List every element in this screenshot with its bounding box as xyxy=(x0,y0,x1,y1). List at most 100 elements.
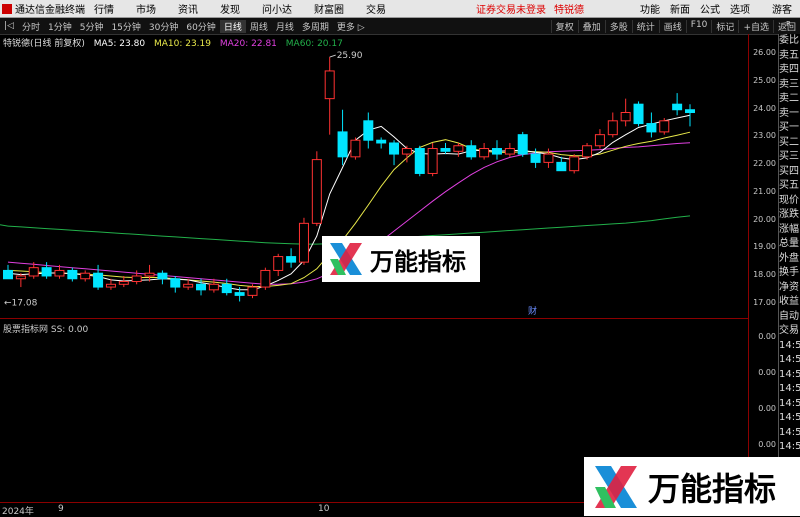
period-monthly[interactable]: 月线 xyxy=(272,20,298,33)
candle-body xyxy=(646,123,657,133)
quote-panel-row: 14:5 xyxy=(779,339,800,351)
stock-badge[interactable]: 特锐德 xyxy=(554,1,584,16)
menu-formula[interactable]: 公式 xyxy=(700,1,720,16)
legend-ma10: MA10: 23.19 xyxy=(153,39,211,49)
period-60min[interactable]: 60分钟 xyxy=(182,20,219,33)
indicator-tick: 0.00 xyxy=(758,368,776,377)
period-intraday[interactable]: 分时 xyxy=(18,20,44,33)
mark-button[interactable]: 标记 xyxy=(711,19,738,33)
menu-bar: 通达信金融终端 行情 市场 资讯 发现 问小达 财富圈 交易 证券交易未登录 特… xyxy=(0,0,800,18)
menu-trade[interactable]: 交易 xyxy=(366,1,386,16)
candle-body xyxy=(298,222,309,263)
candle-body xyxy=(208,283,219,291)
candle-body xyxy=(93,272,104,288)
watermark-center: 万能指标 xyxy=(322,236,480,282)
stats-button[interactable]: 统计 xyxy=(631,19,659,33)
quote-panel-row: 收益 xyxy=(779,296,799,307)
legend-ma20: MA20: 22.81 xyxy=(219,39,277,49)
user-label[interactable]: 游客 xyxy=(772,1,792,16)
quote-panel-row: 卖五 xyxy=(779,49,799,61)
quote-panel-row: 卖三 xyxy=(779,78,799,90)
f10-button[interactable]: F10 xyxy=(685,19,712,33)
period-daily[interactable]: 日线 xyxy=(219,19,246,33)
indicator-tick: 0.00 xyxy=(758,332,776,341)
low-price-label: ←17.08 xyxy=(4,298,38,308)
add-watchlist-button[interactable]: +自选 xyxy=(738,19,773,33)
app-title: 通达信金融终端 xyxy=(0,1,94,16)
candle-body xyxy=(286,256,297,263)
quote-panel-row: 卖二 xyxy=(779,93,799,104)
candle-body xyxy=(427,148,438,174)
price-tick: 17.00 xyxy=(753,297,776,307)
price-tick: 25.00 xyxy=(753,76,776,86)
quote-panel-row: 买五 xyxy=(779,180,799,191)
candle-body xyxy=(569,156,580,172)
date-label-10: 10 xyxy=(318,504,330,514)
quote-panel-row: 卖四 xyxy=(779,64,799,75)
quote-panel-row: 涨幅 xyxy=(779,223,799,235)
candle-body xyxy=(170,278,181,288)
menu-wealth[interactable]: 财富圈 xyxy=(314,1,344,16)
candle-body xyxy=(620,112,631,122)
price-tick: 22.00 xyxy=(753,159,776,169)
chart-legend: 特锐德(日线 前复权) MA5: 23.80 MA10: 23.19 MA20:… xyxy=(3,36,349,49)
candle-body xyxy=(80,272,91,280)
date-label-9: 9 xyxy=(58,504,64,514)
candle-body xyxy=(543,153,554,163)
finance-marker: 财 xyxy=(528,305,537,317)
candle-body xyxy=(376,139,387,144)
candle-body xyxy=(311,159,322,224)
candle-body xyxy=(234,292,245,296)
period-30min[interactable]: 30分钟 xyxy=(145,20,182,33)
period-1min[interactable]: 1分钟 xyxy=(44,20,76,33)
menu-function[interactable]: 功能 xyxy=(640,1,660,16)
candle-body xyxy=(118,281,129,285)
price-tick: 23.00 xyxy=(753,131,776,141)
candle-body xyxy=(157,272,168,280)
adjust-button[interactable]: 复权 xyxy=(550,19,578,33)
period-toolbar: |◁ 分时 1分钟 5分钟 15分钟 30分钟 60分钟 日线 周线 月线 多周… xyxy=(0,18,800,35)
candle-body xyxy=(659,120,670,133)
quote-panel-row: 14:5 xyxy=(779,368,800,380)
price-tick: 24.00 xyxy=(753,103,776,113)
menu-quotes[interactable]: 行情 xyxy=(94,1,114,16)
app-logo-icon xyxy=(2,3,12,14)
candle-body xyxy=(401,148,412,155)
indicator-title: 股票指标网 SS: 0.00 xyxy=(3,325,89,335)
app-title-text: 通达信金融终端 xyxy=(15,5,85,16)
candle-body xyxy=(389,142,400,155)
quote-panel: 委比 卖五 卖四 卖三 卖二 卖一 买一 买二 买三 买四 买五 现价 涨跌 涨幅 总量 外盘 换手 净资 收益 自动… xyxy=(778,34,800,514)
candle-body xyxy=(144,272,155,277)
quote-panel-row: 净资 xyxy=(779,281,799,293)
period-weekly[interactable]: 周线 xyxy=(246,20,272,33)
candle-body xyxy=(440,148,451,152)
menu-discover[interactable]: 发现 xyxy=(220,1,240,16)
candle-body xyxy=(504,148,515,155)
candle-body xyxy=(363,120,374,141)
menu-ask[interactable]: 问小达 xyxy=(262,1,292,16)
quote-panel-row: 14:5 xyxy=(779,397,800,409)
candle-body xyxy=(466,145,477,158)
menu-market[interactable]: 市场 xyxy=(136,1,156,16)
collapse-button[interactable]: |◁ xyxy=(0,21,18,31)
candle-body xyxy=(67,269,78,280)
period-multi[interactable]: 多周期 xyxy=(298,20,333,33)
period-more[interactable]: 更多 ▷ xyxy=(333,20,369,33)
quote-panel-row: 14:5 xyxy=(779,383,800,394)
quote-panel-row: 卖一 xyxy=(779,107,799,119)
login-notice[interactable]: 证券交易未登录 xyxy=(476,1,546,16)
candle-body xyxy=(260,269,271,288)
price-tick: 20.00 xyxy=(753,214,776,224)
period-5min[interactable]: 5分钟 xyxy=(76,20,108,33)
candle-body xyxy=(221,283,232,294)
overlay-button[interactable]: 叠加 xyxy=(577,19,605,33)
draw-button[interactable]: 画线 xyxy=(658,19,686,33)
menu-news[interactable]: 资讯 xyxy=(178,1,198,16)
period-15min[interactable]: 15分钟 xyxy=(107,20,144,33)
high-price-label: 25.90 xyxy=(337,51,363,61)
price-tick: 19.00 xyxy=(753,242,776,252)
quote-panel-row: 换手 xyxy=(779,267,799,278)
menu-new[interactable]: 新面 xyxy=(670,1,690,16)
menu-options[interactable]: 选项 xyxy=(730,1,750,16)
multi-stock-button[interactable]: 多股 xyxy=(604,19,632,33)
